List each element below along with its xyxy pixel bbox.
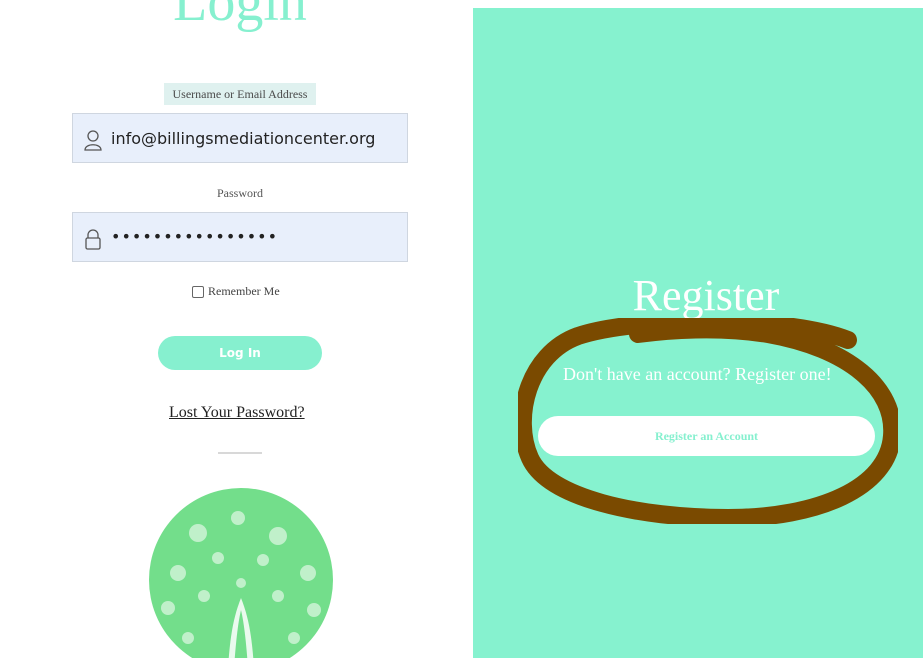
register-panel: Register Don't have an account? Register… bbox=[473, 8, 923, 658]
username-label: Username or Email Address bbox=[164, 83, 316, 105]
username-value: info@billingsmediationcenter.org bbox=[111, 129, 376, 148]
username-field[interactable]: info@billingsmediationcenter.org bbox=[72, 113, 408, 163]
login-button[interactable]: Log In bbox=[158, 336, 322, 370]
register-text: Don't have an account? Register one! bbox=[563, 364, 832, 384]
password-label: Password bbox=[216, 186, 263, 200]
remember-label: Remember Me bbox=[208, 284, 280, 298]
password-value: •••••••••••••••• bbox=[111, 227, 278, 246]
register-title: Register bbox=[632, 271, 780, 320]
login-title: Login bbox=[173, 0, 307, 33]
lock-icon bbox=[83, 228, 103, 250]
tree-logo bbox=[118, 488, 364, 658]
remember-checkbox[interactable] bbox=[192, 285, 204, 298]
divider bbox=[218, 452, 262, 454]
login-panel: Login Username or Email Address info@bil… bbox=[0, 0, 473, 658]
user-icon bbox=[83, 129, 103, 151]
register-button[interactable]: Register an Account bbox=[538, 416, 875, 456]
lost-password-link[interactable]: Lost Your Password? bbox=[169, 404, 305, 422]
password-field[interactable]: •••••••••••••••• bbox=[72, 212, 408, 262]
remember-me[interactable]: Remember Me bbox=[192, 284, 280, 299]
